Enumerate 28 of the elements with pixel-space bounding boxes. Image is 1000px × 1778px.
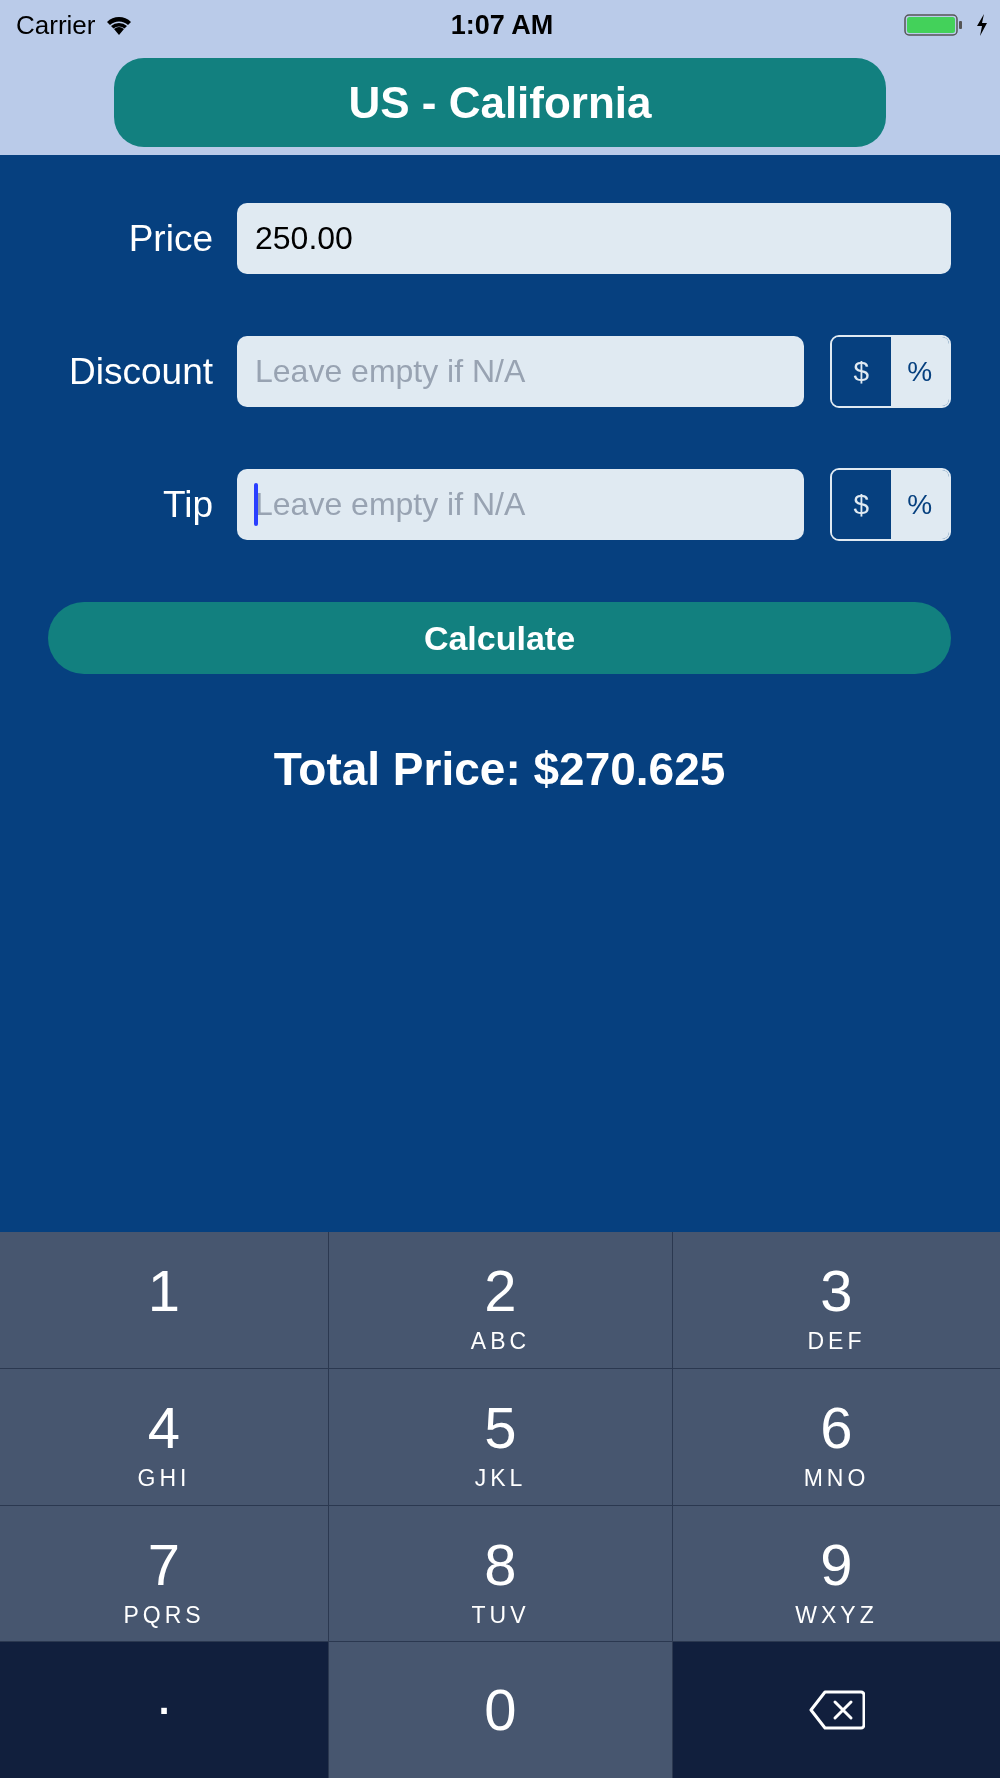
carrier-name: Carrier xyxy=(16,9,96,41)
field-label: Tip xyxy=(161,483,213,526)
input-field[interactable]: Leave empty if N/A xyxy=(237,336,804,407)
keypad-key[interactable]: . xyxy=(0,1642,328,1778)
total-price: Total Price: $270.625 xyxy=(273,742,726,796)
input-field[interactable]: Leave empty if N/A xyxy=(237,469,804,540)
input-field[interactable]: 250.00 xyxy=(237,203,951,274)
keypad-key[interactable]: 9 WXYZ xyxy=(673,1505,1000,1642)
keypad-key[interactable]: 3 DEF xyxy=(673,1232,1000,1368)
unit-segment[interactable]: % xyxy=(890,337,949,406)
delete-key[interactable] xyxy=(673,1642,1000,1778)
field-label: Discount xyxy=(68,350,213,393)
unit-segment[interactable]: % xyxy=(890,470,949,539)
charging-icon xyxy=(976,14,988,36)
keypad-key[interactable]: 0 xyxy=(329,1642,672,1778)
calculate-button[interactable]: Calculate xyxy=(48,602,951,674)
keypad-key[interactable]: 5 JKL xyxy=(329,1368,672,1505)
backspace-icon xyxy=(808,1690,865,1731)
field-label: Price xyxy=(127,217,213,260)
region-title[interactable]: US - California xyxy=(114,58,886,147)
keypad-key[interactable]: 7 PQRS xyxy=(0,1505,328,1642)
keypad-key[interactable]: 8 TUV xyxy=(329,1505,672,1642)
clock-time: 1:07 AM xyxy=(450,9,554,41)
keypad-key[interactable]: 2 ABC xyxy=(329,1232,672,1368)
keypad-key[interactable]: 6 MNO xyxy=(673,1368,1000,1505)
wifi-icon xyxy=(105,14,134,36)
keypad-key[interactable]: 4 GHI xyxy=(0,1368,328,1505)
keypad-key[interactable]: 1 xyxy=(0,1232,328,1368)
